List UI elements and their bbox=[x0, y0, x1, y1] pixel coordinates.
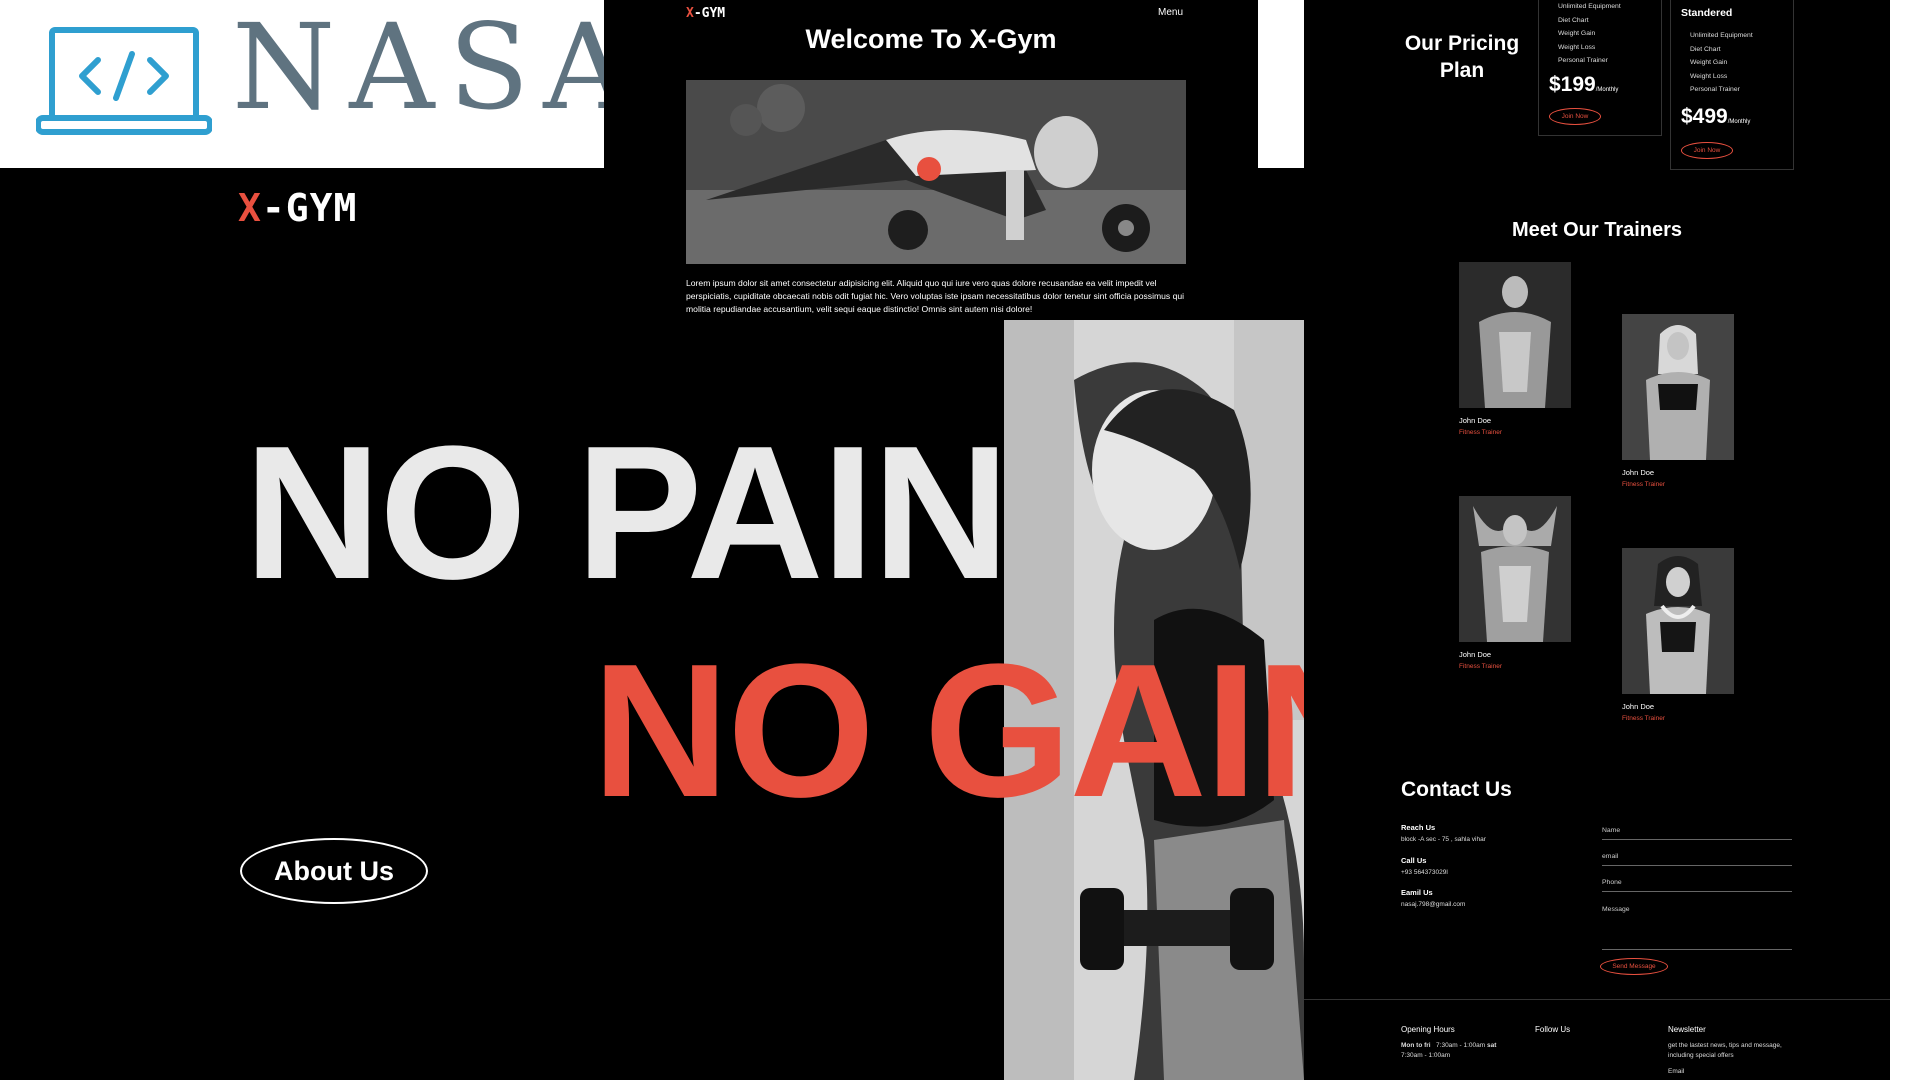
trainer-name: John Doe bbox=[1459, 650, 1492, 659]
trainer-name: John Doe bbox=[1459, 416, 1492, 425]
trainer-role: Fitness Trainer bbox=[1459, 429, 1502, 436]
opening-hours-line1: Mon to fri 7:30am - 1:00am sat bbox=[1401, 1042, 1497, 1049]
newsletter-title: Newsletter bbox=[1668, 1025, 1706, 1034]
plan-feature: Unlimited Equipment bbox=[1558, 3, 1621, 10]
plan-features: Unlimited Equipment Diet Chart Weight Ga… bbox=[1558, 0, 1621, 68]
plan-feature: Personal Trainer bbox=[1690, 86, 1740, 93]
join-now-button[interactable]: Join Now bbox=[1681, 142, 1733, 159]
female-trainer-smiling-illustration bbox=[1622, 548, 1734, 694]
plan-feature: Weight Gain bbox=[1558, 30, 1596, 37]
call-us-value: +93 564373029l bbox=[1401, 869, 1448, 876]
hero-headline-no-gain: NO GAIN bbox=[592, 625, 1304, 837]
contact-title: Contact Us bbox=[1401, 778, 1512, 801]
opening-hours-title: Opening Hours bbox=[1401, 1025, 1455, 1034]
brand-x: X bbox=[686, 6, 694, 21]
call-us-label: Call Us bbox=[1401, 856, 1427, 865]
phone-field[interactable]: Phone bbox=[1602, 879, 1792, 892]
brand-gym: -GYM bbox=[693, 6, 726, 21]
newsletter-text: get the lastest news, tips and message, … bbox=[1668, 1042, 1782, 1059]
brand-gym: -GYM bbox=[261, 186, 358, 230]
hero-headline-no-pain: NO PAIN bbox=[244, 407, 1010, 619]
male-trainer-arms-up-photo bbox=[1459, 496, 1571, 642]
pricing-title: Our Pricing Plan bbox=[1404, 32, 1520, 82]
welcome-title: Welcome To X-Gym bbox=[805, 24, 1057, 54]
message-field[interactable]: Message bbox=[1602, 906, 1792, 950]
brand-logo-panel: NASAJ bbox=[0, 0, 690, 168]
screenshot-canvas: NASAJ X-GYM NO PAIN NO GAIN About Us bbox=[0, 0, 1920, 1080]
email-us-value[interactable]: nasaj.798@gmail.com bbox=[1401, 901, 1465, 908]
plan-feature: Weight Loss bbox=[1690, 72, 1728, 80]
trainers-title: Meet Our Trainers bbox=[1511, 219, 1683, 241]
newsletter-email-field[interactable]: Email bbox=[1668, 1067, 1684, 1077]
plan-feature: Weight Gain bbox=[1690, 59, 1728, 66]
male-trainer-arms-up-illustration bbox=[1459, 496, 1571, 642]
follow-us-title: Follow Us bbox=[1535, 1025, 1571, 1034]
plan-features: Unlimited Equipment Diet Chart Weight Ga… bbox=[1690, 29, 1753, 97]
plan-price: $199/Monthly bbox=[1549, 73, 1619, 96]
plan-feature: Personal Trainer bbox=[1558, 57, 1608, 64]
hero-brand-logo[interactable]: X-GYM bbox=[238, 186, 357, 230]
welcome-section: X-GYM Menu Welcome To X-Gym Lorem ipsum … bbox=[604, 0, 1258, 320]
menu-button[interactable]: Menu bbox=[1158, 7, 1183, 18]
reach-us-label: Reach Us bbox=[1401, 823, 1436, 832]
email-field[interactable]: email bbox=[1602, 853, 1792, 866]
welcome-body-text: Lorem ipsum dolor sit amet consectetur a… bbox=[686, 278, 1185, 314]
man-pushup-kettlebell-photo bbox=[686, 80, 1186, 264]
brand-x: X bbox=[238, 186, 262, 230]
female-trainer-photo bbox=[1622, 314, 1734, 460]
laptop-code-icon bbox=[36, 27, 212, 135]
email-us-label: Eamil Us bbox=[1401, 888, 1433, 897]
female-trainer-illustration bbox=[1622, 314, 1734, 460]
plan-feature: Diet Chart bbox=[1558, 16, 1589, 24]
pushup-illustration bbox=[686, 80, 1186, 264]
plan-feature: Weight Loss bbox=[1558, 43, 1596, 51]
trainer-role: Fitness Trainer bbox=[1459, 663, 1502, 670]
send-message-button[interactable]: Send Message bbox=[1600, 958, 1668, 975]
join-now-button[interactable]: Join Now bbox=[1549, 108, 1601, 125]
trainer-role: Fitness Trainer bbox=[1622, 481, 1665, 488]
about-us-button[interactable]: About Us bbox=[240, 838, 428, 904]
plan-name: Standered bbox=[1681, 7, 1733, 19]
trainer-name: John Doe bbox=[1622, 702, 1655, 711]
opening-hours-line2: 7:30am - 1:00am bbox=[1401, 1052, 1451, 1059]
pricing-card-basic: Unlimited Equipment Diet Chart Weight Ga… bbox=[1538, 0, 1662, 136]
pricing-card-standered: Standered Unlimited Equipment Diet Chart… bbox=[1670, 0, 1794, 170]
edge-background bbox=[1890, 0, 1920, 168]
welcome-brand-logo[interactable]: X-GYM bbox=[686, 6, 725, 21]
reach-us-value: block -A sec - 75 , sahla vihar bbox=[1401, 836, 1486, 843]
name-field[interactable]: Name bbox=[1602, 827, 1792, 840]
male-trainer-illustration bbox=[1459, 262, 1571, 408]
female-trainer-smiling-photo bbox=[1622, 548, 1734, 694]
right-page-panel: Our Pricing Plan Unlimited Equipment Die… bbox=[1304, 0, 1890, 1080]
trainer-role: Fitness Trainer bbox=[1622, 715, 1665, 722]
trainer-name: John Doe bbox=[1622, 468, 1655, 477]
accent-dot-icon bbox=[917, 157, 941, 181]
plan-price: $499/Monthly bbox=[1681, 105, 1751, 128]
footer-divider bbox=[1304, 999, 1890, 1000]
plan-feature: Unlimited Equipment bbox=[1690, 32, 1753, 39]
male-trainer-photo bbox=[1459, 262, 1571, 408]
plan-feature: Diet Chart bbox=[1690, 45, 1721, 53]
